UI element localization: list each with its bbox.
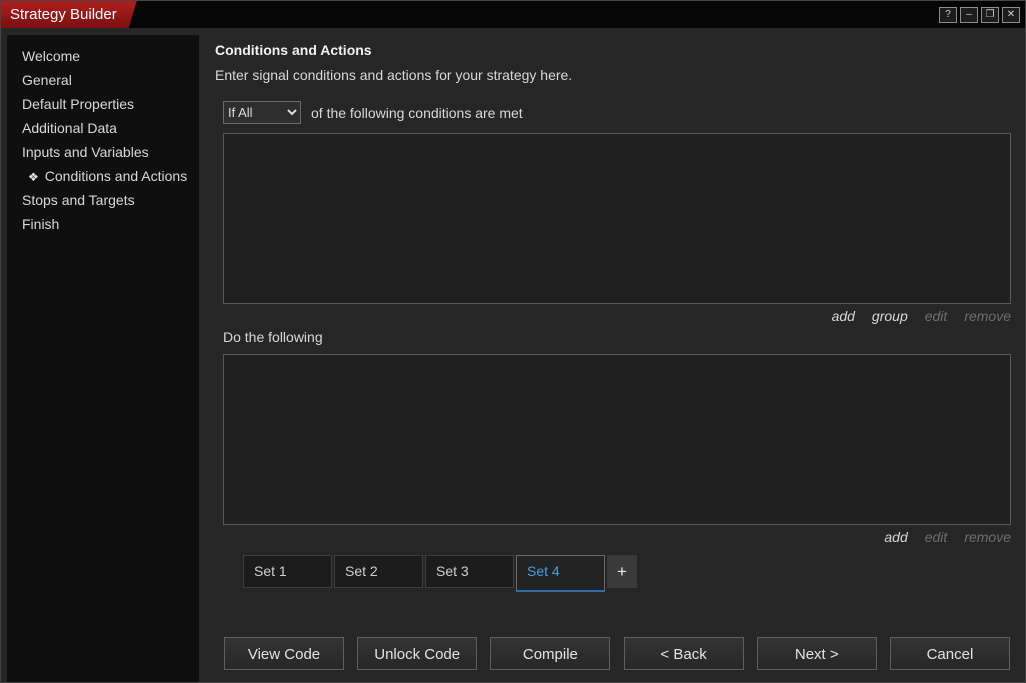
unlock-code-button[interactable]: Unlock Code <box>357 637 478 670</box>
sidebar-item-inputs-and-variables[interactable]: Inputs and Variables <box>7 140 199 164</box>
actions-edit-link: edit <box>924 529 948 545</box>
actions-list-panel[interactable] <box>223 354 1011 525</box>
help-button[interactable]: ? <box>939 6 957 23</box>
actions-add-link[interactable]: add <box>884 529 907 545</box>
tab-set-1[interactable]: Set 1 <box>243 555 332 588</box>
view-code-button[interactable]: View Code <box>224 637 344 670</box>
actions-links: add edit remove <box>223 529 1011 545</box>
tab-set-2[interactable]: Set 2 <box>334 555 423 588</box>
sidebar-item-default-properties[interactable]: Default Properties <box>7 92 199 116</box>
titlebar[interactable]: Strategy Builder ? – ❐ ✕ <box>1 1 1025 28</box>
conditions-operator-select[interactable]: If All <box>223 101 301 124</box>
bottom-buttons: View Code Unlock Code Compile < Back Nex… <box>224 637 1010 670</box>
minimize-button[interactable]: – <box>960 6 978 23</box>
conditions-links: add group edit remove <box>223 308 1011 324</box>
add-set-tab-button[interactable]: + <box>607 555 637 588</box>
main-content: Conditions and Actions Enter signal cond… <box>199 35 1025 682</box>
actions-label: Do the following <box>223 329 323 345</box>
conditions-operator-row: If All of the following conditions are m… <box>223 101 1011 124</box>
maximize-icon: ❐ <box>985 8 995 20</box>
close-icon: ✕ <box>1006 8 1016 20</box>
sidebar-item-additional-data[interactable]: Additional Data <box>7 116 199 140</box>
sidebar-item-stops-and-targets[interactable]: Stops and Targets <box>7 188 199 212</box>
page-title: Conditions and Actions <box>215 42 372 58</box>
page-subtitle: Enter signal conditions and actions for … <box>215 67 573 83</box>
sidebar: Welcome General Default Properties Addit… <box>7 35 199 682</box>
set-tabs: Set 1 Set 2 Set 3 Set 4 + <box>243 555 1011 595</box>
window-controls: ? – ❐ ✕ <box>939 6 1025 23</box>
sidebar-item-general[interactable]: General <box>7 68 199 92</box>
strategy-builder-window: Strategy Builder ? – ❐ ✕ Welcome General <box>0 0 1026 683</box>
minimize-icon: – <box>966 8 972 20</box>
tab-set-3[interactable]: Set 3 <box>425 555 514 588</box>
conditions-group-link[interactable]: group <box>872 308 908 324</box>
cancel-button[interactable]: Cancel <box>889 637 1010 670</box>
tab-set-4[interactable]: Set 4 <box>516 555 605 592</box>
conditions-remove-link: remove <box>964 308 1011 324</box>
conditions-caption: of the following conditions are met <box>311 104 523 121</box>
window-title: Strategy Builder <box>1 1 137 28</box>
sidebar-item-conditions-and-actions[interactable]: ❖ Conditions and Actions <box>7 164 199 188</box>
plus-icon: + <box>617 562 627 581</box>
maximize-button[interactable]: ❐ <box>981 6 999 23</box>
help-icon: ? <box>945 8 951 20</box>
conditions-add-link[interactable]: add <box>832 308 855 324</box>
conditions-edit-link: edit <box>924 308 948 324</box>
back-button[interactable]: < Back <box>623 637 744 670</box>
conditions-list-panel[interactable] <box>223 133 1011 304</box>
sidebar-item-welcome[interactable]: Welcome <box>7 44 199 68</box>
close-button[interactable]: ✕ <box>1002 6 1020 23</box>
compile-button[interactable]: Compile <box>490 637 611 670</box>
window-body: Welcome General Default Properties Addit… <box>1 28 1025 682</box>
actions-remove-link: remove <box>964 529 1011 545</box>
next-button[interactable]: Next > <box>756 637 877 670</box>
sidebar-item-finish[interactable]: Finish <box>7 212 199 236</box>
four-diamond-icon: ❖ <box>28 170 39 184</box>
